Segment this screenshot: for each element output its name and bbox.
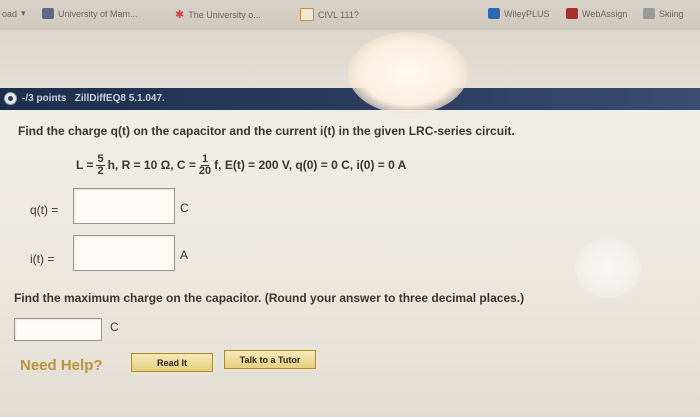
bookmark-3-label: CIVL 111? (318, 9, 359, 20)
page-top-area (0, 30, 700, 88)
question-header: -/3 points ZillDiffEQ8 5.1.047. (0, 88, 700, 110)
bookmark-6-label: Skiing (659, 8, 684, 19)
q-answer-input[interactable] (73, 188, 175, 224)
q-label: q(t) = (30, 203, 59, 217)
chevron-down-icon: ▾ (21, 8, 26, 18)
folder-icon (643, 8, 655, 19)
talk-to-tutor-button[interactable]: Talk to a Tutor (224, 350, 316, 369)
i-unit: A (180, 248, 189, 262)
bookmark-2-label: The University o... (188, 9, 261, 20)
bookmark-4-label: WileyPLUS (504, 8, 550, 19)
bookmark-0-label: oad (2, 8, 18, 19)
max-charge-prompt: Find the maximum charge on the capacitor… (14, 291, 525, 305)
webassign-icon (566, 8, 578, 19)
page-icon (300, 8, 314, 21)
fraction-L: 5 2 (96, 152, 105, 177)
bookmarks-bar: oad ▾ University of Mam... ✱ The Univers… (0, 0, 700, 31)
i-label: i(t) = (30, 252, 55, 266)
bookmark-1-label: University of Mam... (58, 8, 138, 19)
question-meta: -/3 points ZillDiffEQ8 5.1.047. (22, 93, 165, 104)
fraction-C: 1 20 (198, 152, 212, 177)
bookmark-2[interactable]: ✱ The University o... (175, 8, 261, 21)
max-charge-input[interactable] (14, 318, 102, 341)
fraction-L-num: 5 (96, 152, 105, 166)
read-it-button[interactable]: Read It (131, 353, 213, 372)
i-answer-input[interactable] (73, 235, 175, 271)
question-prompt: Find the charge q(t) on the capacitor an… (18, 124, 515, 138)
circuit-formula: L = 5 2 h, R = 10 Ω, C = 1 20 f, E(t) = … (76, 150, 406, 180)
star-icon: ✱ (175, 9, 185, 21)
fraction-L-den: 2 (97, 164, 104, 177)
bookmark-6[interactable]: Skiing (643, 8, 684, 19)
bookmark-0[interactable]: oad ▾ (2, 8, 26, 19)
fraction-C-den: 20 (198, 164, 212, 177)
bookmark-5[interactable]: WebAssign (566, 8, 627, 19)
formula-L-label: L = (76, 158, 94, 172)
bookmark-5-label: WebAssign (582, 8, 628, 19)
q-unit: C (180, 201, 189, 215)
bookmark-4[interactable]: WileyPLUS (488, 8, 550, 19)
wiley-icon (488, 8, 500, 19)
points-label: -/3 points (22, 93, 67, 104)
bookmark-3[interactable]: CIVL 111? (300, 8, 359, 21)
bookmark-1[interactable]: University of Mam... (42, 8, 138, 19)
radio-circle-icon[interactable] (4, 92, 17, 105)
need-help-label: Need Help? (20, 357, 103, 374)
max-charge-unit: C (110, 320, 119, 334)
formula-L-unit: h, R = 10 Ω, C = (107, 158, 196, 172)
app-icon (42, 8, 54, 19)
fraction-C-num: 1 (200, 152, 210, 166)
formula-rest: f, E(t) = 200 V, q(0) = 0 C, i(0) = 0 A (214, 158, 407, 172)
problem-id[interactable]: ZillDiffEQ8 5.1.047. (75, 93, 165, 104)
